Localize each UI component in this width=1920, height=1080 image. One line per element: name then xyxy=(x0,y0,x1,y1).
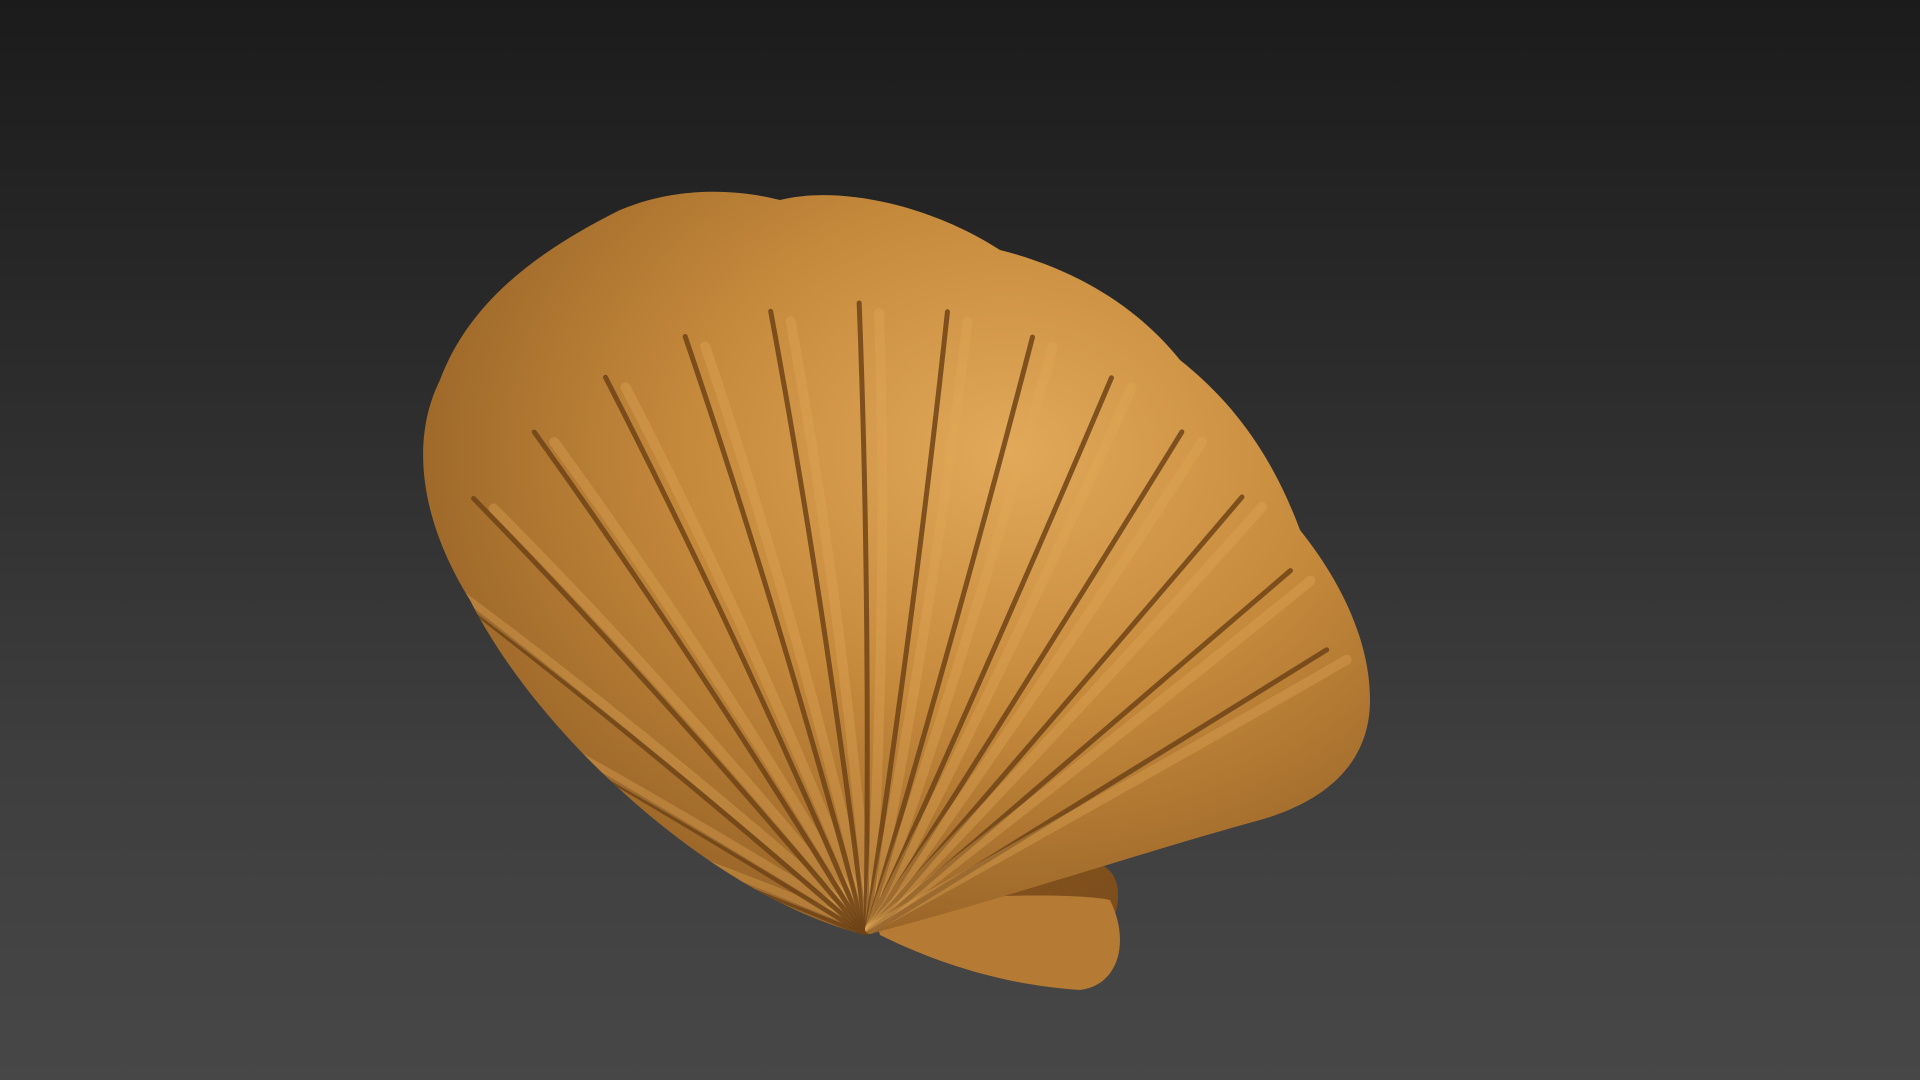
scallop-shell-model xyxy=(423,191,1370,990)
3d-viewport[interactable] xyxy=(0,0,1920,1080)
